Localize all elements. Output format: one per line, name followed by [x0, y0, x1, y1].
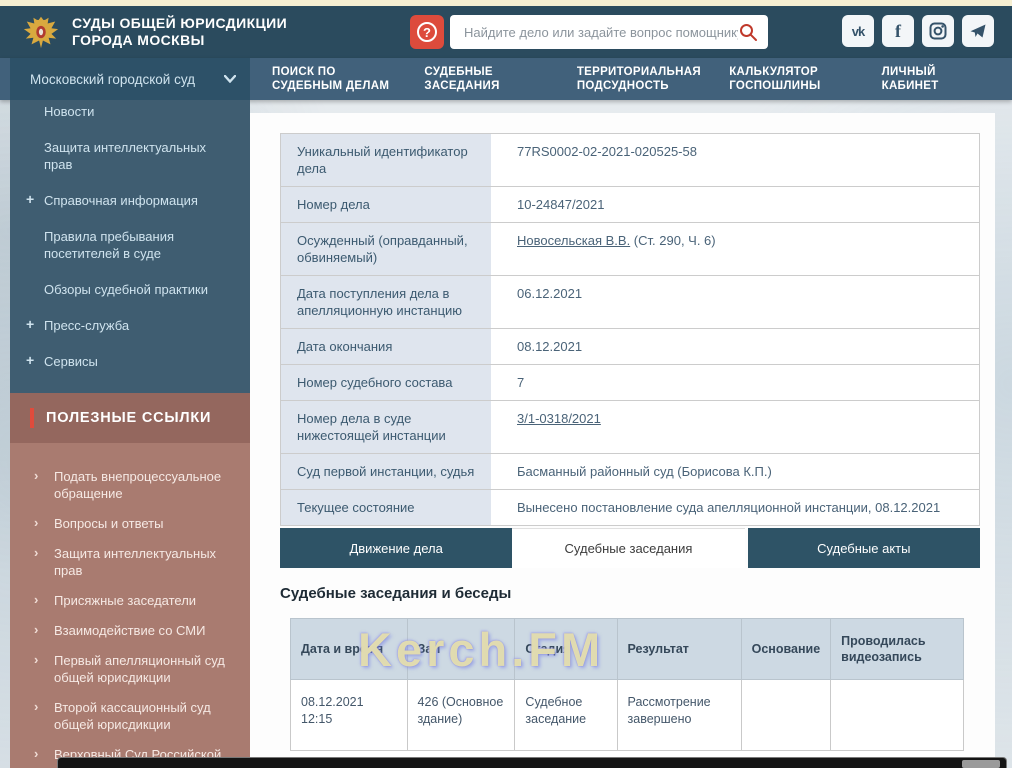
court-selector-label: Московский городской суд — [30, 72, 195, 87]
link-jurors[interactable]: › Присяжные заседатели — [10, 585, 250, 615]
sidebar-item-ip-protection[interactable]: Защита интеллектуальных прав — [10, 129, 250, 182]
chevron-right-icon: › — [34, 467, 38, 484]
nav-item-jurisdiction[interactable]: ТЕРРИТОРИАЛЬНАЯ ПОДСУДНОСТЬ — [555, 58, 707, 100]
site-title: СУДЫ ОБЩЕЙ ЮРИСДИКЦИИ ГОРОДА МОСКВЫ — [72, 15, 287, 49]
help-button[interactable]: ? — [410, 15, 444, 49]
nav-items: ПОИСК ПО СУДЕБНЫМ ДЕЛАМ СУДЕБНЫЕ ЗАСЕДАН… — [250, 58, 1012, 100]
sidebar-item-reference-info[interactable]: + Справочная информация — [10, 182, 250, 218]
table-row: Дата окончания 08.12.2021 — [281, 329, 979, 365]
plus-icon: + — [26, 352, 34, 369]
table-row: Суд первой инстанции, судья Басманный ра… — [281, 454, 979, 490]
lower-court-case-link[interactable]: 3/1-0318/2021 — [517, 411, 601, 426]
sidebar-item-news[interactable]: Новости — [10, 100, 250, 129]
table-row: Номер судебного состава 7 — [281, 365, 979, 401]
defendant-link[interactable]: Новосельская В.В. — [517, 233, 630, 248]
useful-links-list: › Подать внепроцессуальное обращение › В… — [10, 443, 250, 768]
plus-icon: + — [26, 316, 34, 333]
link-first-appellate-court[interactable]: › Первый апелляционный суд общей юрисдик… — [10, 645, 250, 692]
site-header: СУДЫ ОБЩЕЙ ЮРИСДИКЦИИ ГОРОДА МОСКВЫ ? vk… — [0, 6, 1012, 58]
court-selector-dropdown[interactable]: Московский городской суд — [10, 58, 250, 100]
sessions-header-row: Дата и время Зал Стадия Результат Основа… — [291, 619, 964, 680]
sessions-table: Дата и время Зал Стадия Результат Основа… — [290, 618, 964, 751]
link-ip-protection[interactable]: › Защита интеллектуальных прав — [10, 538, 250, 585]
nav-item-fee-calculator[interactable]: КАЛЬКУЛЯТОР ГОСПОШЛИНЫ — [707, 58, 859, 100]
scrollbar-thumb[interactable] — [962, 760, 1000, 768]
main-content: Уникальный идентификатор дела 77RS0002-0… — [250, 113, 995, 768]
red-accent-bar — [30, 408, 34, 428]
facebook-icon[interactable]: f — [882, 15, 914, 47]
search-box — [450, 15, 768, 49]
sessions-heading: Судебные заседания и беседы — [280, 585, 511, 602]
sidebar-item-press-service[interactable]: + Пресс-служба — [10, 307, 250, 343]
social-buttons: vk f — [842, 15, 994, 47]
link-second-cassation-court[interactable]: › Второй кассационный суд общей юрисдикц… — [10, 692, 250, 739]
chevron-right-icon: › — [34, 698, 38, 715]
chevron-right-icon: › — [34, 514, 38, 531]
sidebar-menu: Новости Защита интеллектуальных прав + С… — [10, 100, 250, 393]
useful-links-header: ПОЛЕЗНЫЕ ССЫЛКИ — [10, 393, 250, 443]
sidebar: Новости Защита интеллектуальных прав + С… — [10, 100, 250, 768]
table-row: Уникальный идентификатор дела 77RS0002-0… — [281, 134, 979, 187]
case-details-table: Уникальный идентификатор дела 77RS0002-0… — [280, 133, 980, 526]
search-icon[interactable] — [738, 22, 758, 42]
main-nav: Московский городской суд ПОИСК ПО СУДЕБН… — [0, 58, 1012, 100]
sidebar-item-services[interactable]: + Сервисы — [10, 343, 250, 379]
sidebar-item-visitor-rules[interactable]: Правила пребывания посетителей в суде — [10, 218, 250, 271]
chevron-down-icon — [224, 75, 236, 83]
chevron-right-icon: › — [34, 544, 38, 561]
instagram-icon[interactable] — [922, 15, 954, 47]
plus-icon: + — [26, 191, 34, 208]
vk-icon[interactable]: vk — [842, 15, 874, 47]
coat-of-arms-icon — [22, 13, 60, 51]
chevron-right-icon: › — [34, 591, 38, 608]
tab-case-movement[interactable]: Движение дела — [280, 528, 512, 568]
chevron-right-icon: › — [34, 745, 38, 762]
table-row: Дата поступления дела в апелляционную ин… — [281, 276, 979, 329]
tab-court-acts[interactable]: Судебные акты — [748, 528, 980, 568]
link-media-interaction[interactable]: › Взаимодействие со СМИ — [10, 615, 250, 645]
useful-links-title: ПОЛЕЗНЫЕ ССЫЛКИ — [46, 410, 211, 426]
link-extraprocedural-appeal[interactable]: › Подать внепроцессуальное обращение — [10, 461, 250, 508]
table-row: Номер дела 10-24847/2021 — [281, 187, 979, 223]
nav-item-personal-account[interactable]: ЛИЧНЫЙ КАБИНЕТ — [860, 58, 1012, 100]
bottom-scrollbar[interactable] — [57, 757, 1007, 768]
tab-court-hearings[interactable]: Судебные заседания — [512, 528, 744, 568]
nav-item-case-search[interactable]: ПОИСК ПО СУДЕБНЫМ ДЕЛАМ — [250, 58, 402, 100]
sessions-data-row: 08.12.2021 12:15 426 (Основное здание) С… — [291, 680, 964, 751]
chevron-right-icon: › — [34, 651, 38, 668]
link-faq[interactable]: › Вопросы и ответы — [10, 508, 250, 538]
table-row: Осужденный (оправданный, обвиняемый) Нов… — [281, 223, 979, 276]
telegram-icon[interactable] — [962, 15, 994, 47]
question-icon: ? — [417, 22, 437, 42]
chevron-right-icon: › — [34, 621, 38, 638]
case-tabs: Движение дела Судебные заседания Судебны… — [280, 528, 980, 568]
site-logo[interactable]: СУДЫ ОБЩЕЙ ЮРИСДИКЦИИ ГОРОДА МОСКВЫ — [22, 13, 287, 51]
sidebar-item-practice-reviews[interactable]: Обзоры судебной практики — [10, 271, 250, 307]
search-input[interactable] — [464, 25, 738, 40]
nav-item-hearings[interactable]: СУДЕБНЫЕ ЗАСЕДАНИЯ — [402, 58, 554, 100]
table-row: Текущее состояние Вынесено постановление… — [281, 490, 979, 526]
table-row: Номер дела в суде нижестоящей инстанции … — [281, 401, 979, 454]
